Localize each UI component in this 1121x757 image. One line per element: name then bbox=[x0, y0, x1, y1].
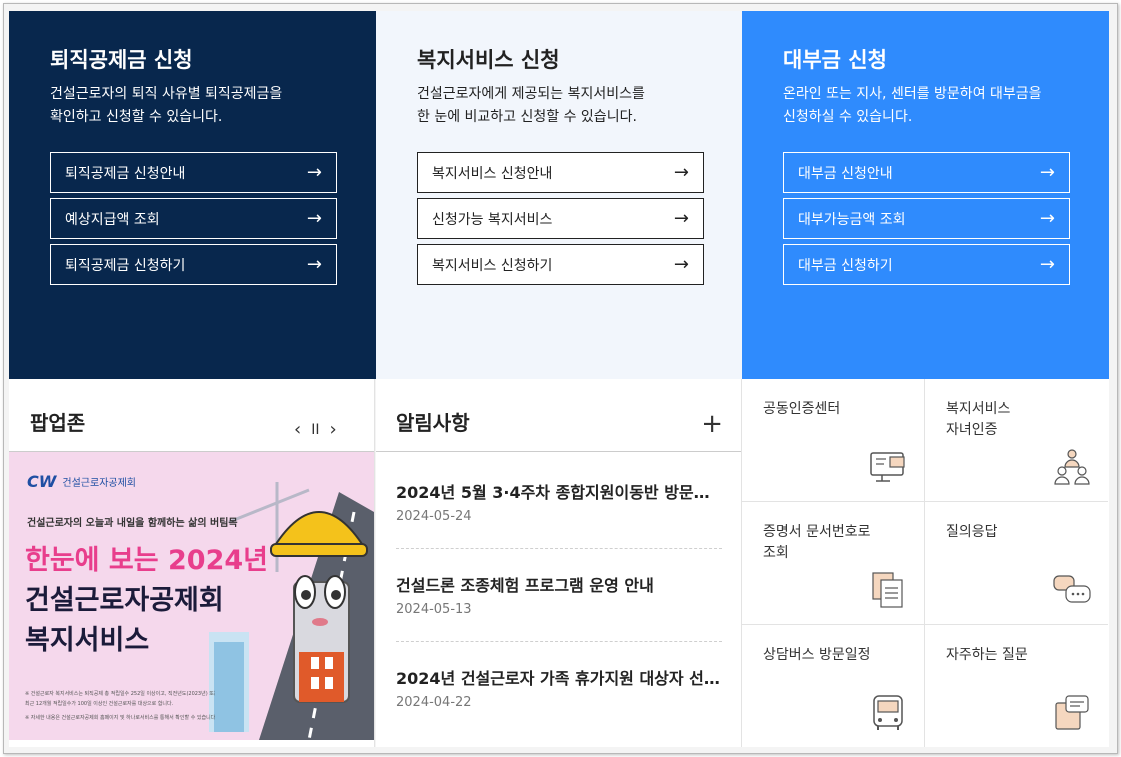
loan-guide-link[interactable]: 대부금 신청안내 → bbox=[783, 152, 1070, 193]
loan-title: 대부금 신청 bbox=[783, 48, 887, 72]
faq-icon bbox=[1055, 695, 1089, 730]
cw-logo: CW bbox=[27, 472, 57, 491]
quick-faq[interactable]: 자주하는 질문 bbox=[925, 625, 1108, 747]
arrow-right-icon: → bbox=[673, 253, 689, 275]
notice-item-title: 건설드론 조종체험 프로그램 운영 안내 bbox=[396, 576, 654, 595]
quick-bus-schedule[interactable]: 상담버스 방문일정 bbox=[742, 625, 925, 747]
arrow-right-icon: → bbox=[306, 207, 322, 229]
popup-banner[interactable]: CW 건설근로자공제회 건설근로자의 오늘과 내일을 함께하는 삶의 버팀목 한… bbox=[9, 452, 374, 740]
arrow-right-icon: → bbox=[673, 207, 689, 229]
divider bbox=[396, 548, 722, 549]
family-icon bbox=[1054, 449, 1090, 485]
popup-zone-title: 팝업존 bbox=[30, 411, 86, 435]
next-icon[interactable]: › bbox=[329, 419, 336, 441]
quick-menu: 공동인증센터 복지서비스 자녀인증 증명서 문서번호로 조회 질의응답 상담버스… bbox=[742, 379, 1109, 747]
available-welfare-link[interactable]: 신청가능 복지서비스 → bbox=[417, 198, 704, 239]
notice-section: 알림사항 + 2024년 5월 3·4주차 종합지원이동반 방문일정 안내 20… bbox=[376, 379, 742, 747]
quick-certificate-center[interactable]: 공동인증센터 bbox=[742, 379, 925, 502]
notice-item-date: 2024-05-13 bbox=[396, 602, 472, 617]
retirement-guide-link[interactable]: 퇴직공제금 신청안내 → bbox=[50, 152, 337, 193]
arrow-right-icon: → bbox=[306, 161, 322, 183]
loan-desc: 온라인 또는 지사, 센터를 방문하여 대부금을 신청하실 수 있습니다. bbox=[783, 86, 1042, 125]
welfare-apply-link[interactable]: 복지서비스 신청하기 → bbox=[417, 244, 704, 285]
banner-headline-1: 한눈에 보는 2024년 bbox=[25, 545, 268, 576]
quick-child-verification[interactable]: 복지서비스 자녀인증 bbox=[925, 379, 1108, 502]
notice-title: 알림사항 bbox=[396, 411, 470, 435]
prev-icon[interactable]: ‹ bbox=[294, 419, 301, 441]
retirement-desc: 건설근로자의 퇴직 사유별 퇴직공제금을 확인하고 신청할 수 있습니다. bbox=[50, 86, 283, 125]
banner-headline-3: 복지서비스 bbox=[25, 625, 150, 656]
arrow-right-icon: → bbox=[673, 161, 689, 183]
loan-amount-link[interactable]: 대부가능금액 조회 → bbox=[783, 198, 1070, 239]
banner-tagline: 건설근로자의 오늘과 내일을 함께하는 삶의 버팀목 bbox=[27, 518, 238, 529]
quick-qna[interactable]: 질의응답 bbox=[925, 502, 1108, 625]
welfare-panel: 복지서비스 신청 건설근로자에게 제공되는 복지서비스를 한 눈에 비교하고 신… bbox=[376, 11, 742, 379]
welfare-guide-link[interactable]: 복지서비스 신청안내 → bbox=[417, 152, 704, 193]
banner-footnote-2: 최근 12개월 적립일수가 100일 이상인 건설근로자를 대상으로 합니다. bbox=[25, 701, 174, 707]
notice-item-date: 2024-05-24 bbox=[396, 509, 472, 524]
divider bbox=[376, 451, 741, 452]
banner-org: 건설근로자공제회 bbox=[62, 478, 136, 489]
pause-icon[interactable]: II bbox=[311, 419, 319, 441]
notice-item[interactable]: 2024년 5월 3·4주차 종합지원이동반 방문일정 안내 2024-05-2… bbox=[396, 479, 722, 524]
retirement-panel: 퇴직공제금 신청 건설근로자의 퇴직 사유별 퇴직공제금을 확인하고 신청할 수… bbox=[9, 11, 376, 379]
certificate-monitor-icon bbox=[870, 452, 905, 482]
notice-item-title: 2024년 건설근로자 가족 휴가지원 대상자 선정 결과 안내 bbox=[396, 669, 722, 688]
welfare-desc: 건설근로자에게 제공되는 복지서비스를 한 눈에 비교하고 신청할 수 있습니다… bbox=[417, 86, 645, 125]
notice-item[interactable]: 2024년 건설근로자 가족 휴가지원 대상자 선정 결과 안내 2024-04… bbox=[396, 665, 722, 710]
popup-zone: 팝업존 ‹ II › CW 건설근로자공제회 건설근로자의 오늘과 내일을 함께… bbox=[9, 379, 375, 747]
arrow-right-icon: → bbox=[306, 253, 322, 275]
document-icon bbox=[872, 572, 903, 608]
arrow-right-icon: → bbox=[1039, 161, 1055, 183]
loan-apply-link[interactable]: 대부금 신청하기 → bbox=[783, 244, 1070, 285]
divider bbox=[396, 641, 722, 642]
arrow-right-icon: → bbox=[1039, 207, 1055, 229]
expected-payment-link[interactable]: 예상지급액 조회 → bbox=[50, 198, 337, 239]
plus-icon[interactable]: + bbox=[701, 411, 723, 437]
loan-panel: 대부금 신청 온라인 또는 지사, 센터를 방문하여 대부금을 신청하실 수 있… bbox=[742, 11, 1109, 379]
banner-footnote-3: ※ 자세한 내용은 건설근로자공제회 홈페이지 및 하나로서비스를 통해서 확인… bbox=[25, 715, 215, 721]
retirement-title: 퇴직공제금 신청 bbox=[50, 48, 193, 72]
welfare-title: 복지서비스 신청 bbox=[417, 48, 560, 72]
chat-bubbles-icon bbox=[1053, 575, 1091, 603]
notice-item-date: 2024-04-22 bbox=[396, 695, 472, 710]
banner-headline-2: 건설근로자공제회 bbox=[25, 585, 224, 616]
arrow-right-icon: → bbox=[1039, 253, 1055, 275]
bus-icon bbox=[873, 695, 903, 730]
notice-item-title: 2024년 5월 3·4주차 종합지원이동반 방문일정 안내 bbox=[396, 483, 722, 502]
banner-footnote-1: ※ 건설근로자 복지서비스는 퇴직공제 총 적립일수 252일 이상이고, 직전… bbox=[25, 691, 215, 697]
quick-document-lookup[interactable]: 증명서 문서번호로 조회 bbox=[742, 502, 925, 625]
notice-item[interactable]: 건설드론 조종체험 프로그램 운영 안내 2024-05-13 bbox=[396, 572, 722, 617]
retirement-apply-link[interactable]: 퇴직공제금 신청하기 → bbox=[50, 244, 337, 285]
